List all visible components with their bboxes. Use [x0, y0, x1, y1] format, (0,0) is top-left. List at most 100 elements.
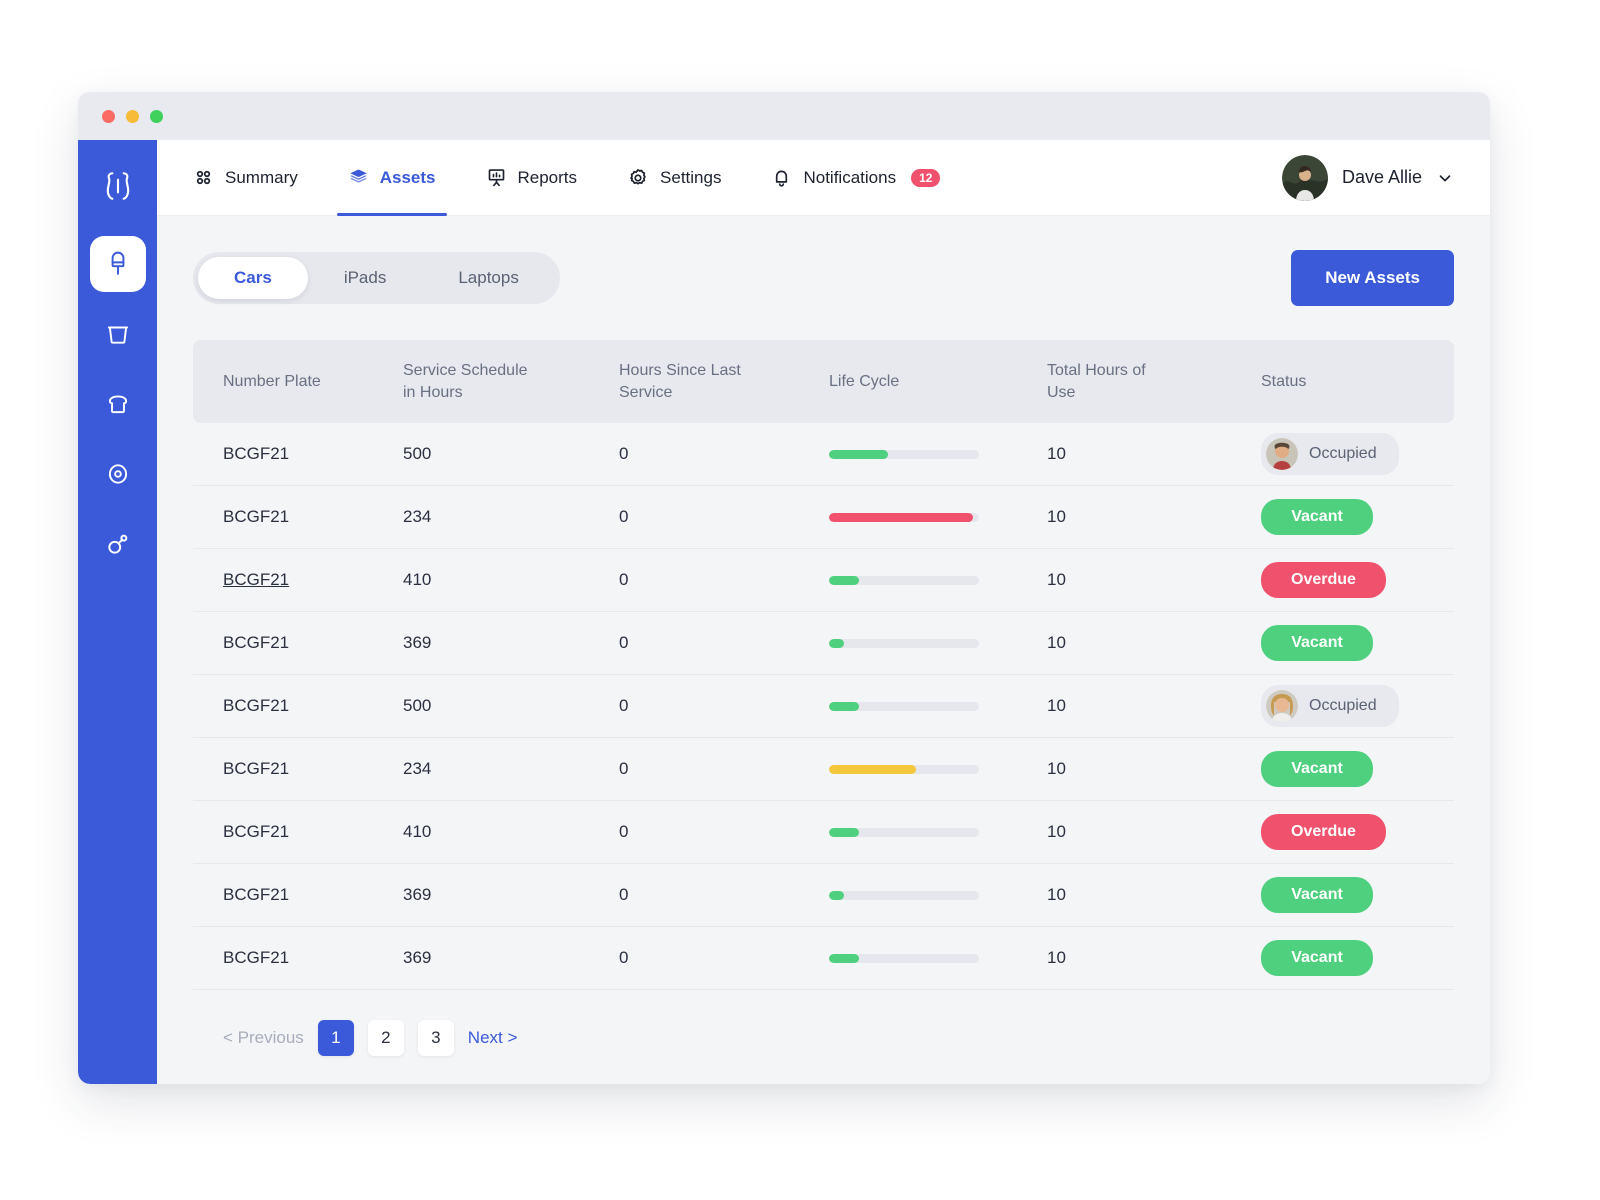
tab-notifications[interactable]: Notifications 12 [746, 140, 965, 215]
profile-menu[interactable]: Dave Allie [1281, 140, 1454, 215]
table-header-row: Number Plate Service Schedule in Hours Ho… [193, 340, 1454, 424]
cell-status: Vacant [1247, 940, 1454, 977]
cell-total-hours: 10 [1047, 822, 1066, 842]
tab-settings-label: Settings [660, 167, 722, 187]
table-row[interactable]: BCGF21 234 0 10 Vacant [193, 738, 1454, 802]
sidebar-item-bucket[interactable] [90, 306, 146, 362]
number-plate-text: BCGF21 [223, 444, 290, 464]
number-plate-text: BCGF21 [223, 633, 290, 653]
number-plate-text: BCGF21 [223, 759, 290, 779]
sidebar-item-drumstick[interactable] [90, 516, 146, 572]
number-plate-link[interactable]: BCGF21 [223, 570, 289, 589]
cell-service-schedule: 369 [403, 885, 432, 905]
status-badge[interactable]: Vacant [1261, 625, 1373, 662]
new-assets-button[interactable]: New Assets [1291, 250, 1454, 306]
tab-settings[interactable]: Settings [602, 140, 746, 215]
tab-summary-label: Summary [225, 167, 298, 187]
table-row[interactable]: BCGF21 369 0 10 Vacant [193, 927, 1454, 991]
table-row[interactable]: BCGF21 500 0 10 Occupied [193, 423, 1454, 487]
cell-total-hours: 10 [1047, 570, 1066, 590]
notifications-badge: 12 [911, 168, 941, 187]
status-badge[interactable]: Overdue [1261, 562, 1386, 599]
cell-status: Vacant [1247, 499, 1454, 536]
minimize-window-button[interactable] [126, 109, 139, 123]
sidebar-item-egg[interactable] [90, 446, 146, 502]
assets-table: Number Plate Service Schedule in Hours Ho… [193, 340, 1454, 991]
status-badge[interactable]: Vacant [1261, 499, 1373, 536]
tab-notifications-label: Notifications [803, 167, 897, 187]
cell-number-plate: BCGF21 [193, 507, 389, 527]
table-row[interactable]: BCGF21 369 0 10 Vacant [193, 612, 1454, 676]
cell-number-plate: BCGF21 [193, 633, 389, 653]
life-cycle-progress-bar [829, 764, 979, 774]
cell-life-cycle [815, 575, 1033, 585]
table-row[interactable]: BCGF21 369 0 10 Vacant [193, 864, 1454, 928]
column-header-life-cycle: Life Cycle [829, 372, 900, 390]
life-cycle-progress-fill [829, 827, 859, 837]
cell-number-plate: BCGF21 [193, 696, 389, 716]
life-cycle-progress-fill [829, 953, 859, 963]
cell-life-cycle [815, 701, 1033, 711]
column-header-service-schedule: Service Schedule in Hours [403, 362, 528, 401]
segment-laptops[interactable]: Laptops [422, 257, 555, 299]
tab-reports[interactable]: Reports [461, 140, 603, 215]
sidebar [78, 140, 157, 1084]
cell-status: Vacant [1247, 877, 1454, 914]
maximize-window-button[interactable] [150, 109, 163, 123]
status-badge[interactable]: Vacant [1261, 751, 1373, 788]
page-button-1[interactable]: 1 [317, 1020, 354, 1057]
app-window: Summary Assets Reports Settings Notifica… [78, 92, 1490, 1084]
status-badge[interactable]: Vacant [1261, 940, 1373, 977]
app-logo[interactable] [90, 158, 146, 214]
cell-hours-since-service: 0 [619, 444, 629, 464]
nav-links: Summary Assets Reports Settings Notifica… [193, 140, 965, 216]
cell-number-plate[interactable]: BCGF21 [193, 570, 389, 590]
segment-cars[interactable]: Cars [198, 257, 308, 299]
table-row[interactable]: BCGF21 410 0 10 Overdue [193, 801, 1454, 865]
top-navigation: Summary Assets Reports Settings Notifica… [157, 140, 1490, 216]
fried-egg-icon [105, 461, 131, 487]
cell-service-schedule: 500 [403, 444, 432, 464]
life-cycle-progress-bar [829, 827, 979, 837]
table-row[interactable]: BCGF21 500 0 10 Occupied [193, 675, 1454, 739]
life-cycle-progress-bar [829, 701, 979, 711]
cell-service-schedule: 369 [403, 948, 432, 968]
cell-status: Occupied [1247, 685, 1454, 728]
status-badge[interactable]: Occupied [1261, 433, 1399, 476]
page-button-3[interactable]: 3 [417, 1020, 454, 1057]
chevron-down-icon[interactable] [1436, 169, 1454, 187]
close-window-button[interactable] [102, 109, 115, 123]
status-badge[interactable]: Occupied [1261, 685, 1399, 728]
cell-life-cycle [815, 890, 1033, 900]
tab-assets[interactable]: Assets [323, 140, 461, 216]
tab-summary[interactable]: Summary [193, 140, 323, 215]
sidebar-item-popsicle[interactable] [89, 236, 146, 292]
cell-hours-since-service: 0 [619, 507, 629, 527]
status-badge[interactable]: Overdue [1261, 814, 1386, 851]
bell-icon [771, 167, 792, 188]
tab-reports-label: Reports [517, 167, 578, 187]
table-row[interactable]: BCGF21 234 0 10 Vacant [193, 486, 1454, 550]
sidebar-item-bread[interactable] [90, 376, 146, 432]
grid-dots-icon [193, 167, 214, 188]
content-area: Cars iPads Laptops New Assets Number Pla… [157, 216, 1490, 1084]
number-plate-text: BCGF21 [223, 948, 290, 968]
page-button-2[interactable]: 2 [367, 1020, 404, 1057]
cell-service-schedule: 369 [403, 633, 432, 653]
cell-service-schedule: 500 [403, 696, 432, 716]
previous-page-button[interactable]: < Previous [223, 1028, 304, 1048]
life-cycle-progress-bar [829, 512, 979, 522]
number-plate-text: BCGF21 [223, 822, 290, 842]
pagination: < Previous 1 2 3 Next > [193, 990, 1454, 1057]
segment-ipads[interactable]: iPads [308, 257, 423, 299]
status-badge[interactable]: Vacant [1261, 877, 1373, 914]
next-page-button[interactable]: Next > [468, 1028, 518, 1048]
life-cycle-progress-bar [829, 575, 979, 585]
cell-total-hours: 10 [1047, 948, 1066, 968]
table-row[interactable]: BCGF21 410 0 10 Overdue [193, 549, 1454, 613]
bread-slice-icon [105, 391, 131, 417]
drumstick-icon [105, 531, 131, 557]
number-plate-text: BCGF21 [223, 696, 290, 716]
life-cycle-progress-bar [829, 953, 979, 963]
cell-hours-since-service: 0 [619, 570, 629, 590]
